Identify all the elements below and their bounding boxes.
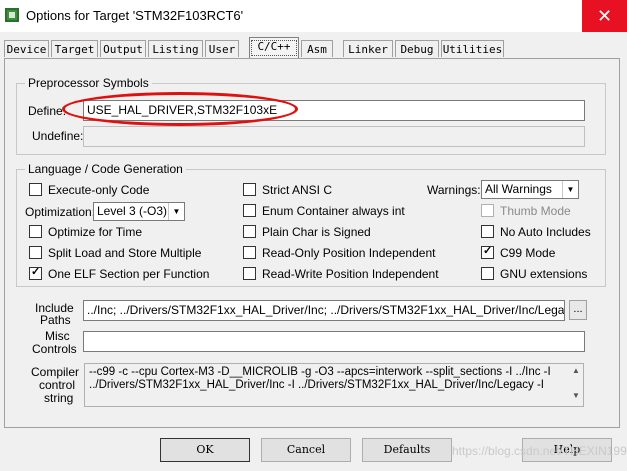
include-paths-input[interactable]: ../Inc; ../Drivers/STM32F1xx_HAL_Driver/… (83, 300, 565, 321)
thumb-mode-label: Thumb Mode (500, 204, 571, 218)
thumb-mode-checkbox: Thumb Mode (481, 204, 571, 218)
tab-user[interactable]: User (205, 40, 239, 57)
execute-only-label: Execute-only Code (48, 183, 150, 197)
define-input[interactable]: USE_HAL_DRIVER,STM32F103xE (83, 100, 585, 121)
ok-button[interactable]: OK (160, 438, 250, 462)
strict-ansi-label: Strict ANSI C (262, 183, 333, 197)
compiler-string-label-3: string (44, 391, 74, 405)
window-title: Options for Target 'STM32F103RCT6' (26, 8, 244, 23)
chevron-down-icon: ▼ (562, 181, 578, 198)
gnu-extensions-checkbox[interactable]: GNU extensions (481, 267, 587, 281)
strict-ansi-checkbox[interactable]: Strict ANSI C (243, 183, 332, 197)
tab-device[interactable]: Device (4, 40, 49, 57)
close-button[interactable]: ✕ (582, 0, 627, 32)
enum-container-checkbox[interactable]: Enum Container always int (243, 204, 405, 218)
tab-target[interactable]: Target (51, 40, 98, 57)
one-elf-label: One ELF Section per Function (48, 267, 210, 281)
tab-asm[interactable]: Asm (301, 40, 333, 57)
warnings-label: Warnings: (427, 183, 481, 197)
c99-mode-checkbox[interactable]: C99 Mode (481, 244, 556, 260)
compiler-string-line-2: ../Drivers/STM32F1xx_HAL_Driver/Inc -I .… (89, 379, 545, 391)
close-icon: ✕ (596, 6, 613, 26)
misc-controls-label-2: Controls (32, 342, 77, 356)
optimize-time-box (29, 225, 42, 238)
c99-mode-label: C99 Mode (500, 246, 556, 260)
compiler-string-label-2: control (39, 378, 76, 392)
tab-debug[interactable]: Debug (395, 40, 439, 57)
cancel-button[interactable]: Cancel (261, 438, 351, 462)
code-generation-group-title: Language / Code Generation (25, 162, 186, 176)
ro-pi-box (243, 246, 256, 259)
plain-char-checkbox[interactable]: Plain Char is Signed (243, 225, 371, 239)
optimization-select[interactable]: Level 3 (-O3) ▼ (93, 202, 185, 221)
rw-pi-checkbox[interactable]: Read-Write Position Independent (243, 267, 439, 281)
enum-container-label: Enum Container always int (262, 204, 405, 218)
one-elf-checkbox[interactable]: One ELF Section per Function (29, 265, 210, 281)
include-paths-browse-button[interactable]: ... (569, 300, 587, 320)
ro-pi-checkbox[interactable]: Read-Only Position Independent (243, 246, 435, 260)
c99-mode-box (481, 244, 494, 259)
warnings-select[interactable]: All Warnings ▼ (481, 180, 579, 199)
no-auto-includes-checkbox[interactable]: No Auto Includes (481, 225, 591, 239)
gnu-extensions-label: GNU extensions (500, 267, 588, 281)
ro-pi-label: Read-Only Position Independent (262, 246, 436, 260)
scroll-down-icon[interactable]: ▼ (569, 389, 583, 402)
tab-linker[interactable]: Linker (343, 40, 393, 57)
thumb-mode-box (481, 204, 494, 217)
preprocessor-group-title: Preprocessor Symbols (25, 76, 152, 90)
strict-ansi-box (243, 183, 256, 196)
tab-c-cpp[interactable]: C/C++ (249, 37, 299, 58)
warnings-value: All Warnings (485, 182, 552, 196)
optimization-label: Optimization: (25, 205, 96, 219)
optimization-value: Level 3 (-O3) (97, 204, 168, 218)
defaults-button[interactable]: Defaults (362, 438, 452, 462)
split-load-label: Split Load and Store Multiple (48, 246, 202, 260)
define-label: Define: (28, 104, 67, 118)
title-bar: Options for Target 'STM32F103RCT6' ✕ (0, 0, 627, 32)
keil-app-icon (5, 8, 19, 22)
no-auto-includes-box (481, 225, 494, 238)
compiler-control-string-box: --c99 -c --cpu Cortex-M3 -D__MICROLIB -g… (84, 363, 584, 407)
gnu-extensions-box (481, 267, 494, 280)
compiler-string-scrollbar[interactable]: ▲ ▼ (569, 364, 583, 406)
execute-only-checkbox[interactable]: Execute-only Code (29, 183, 149, 197)
watermark: https://blog.csdn.net/THEXIN1996 (452, 444, 627, 458)
tab-listing[interactable]: Listing (148, 40, 203, 57)
execute-only-box (29, 183, 42, 196)
optimize-time-checkbox[interactable]: Optimize for Time (29, 225, 142, 239)
optimize-time-label: Optimize for Time (48, 225, 143, 239)
tab-utilities[interactable]: Utilities (441, 40, 504, 57)
rw-pi-box (243, 267, 256, 280)
split-load-box (29, 246, 42, 259)
undefine-label: Undefine: (32, 129, 84, 143)
chevron-down-icon: ▼ (168, 203, 184, 220)
one-elf-box (29, 265, 42, 280)
scroll-up-icon[interactable]: ▲ (569, 364, 583, 377)
tab-output[interactable]: Output (100, 40, 146, 57)
undefine-input[interactable] (83, 126, 585, 147)
misc-controls-label-1: Misc (45, 329, 70, 343)
compiler-string-label-1: Compiler (31, 365, 80, 379)
enum-container-box (243, 204, 256, 217)
split-load-checkbox[interactable]: Split Load and Store Multiple (29, 246, 201, 260)
misc-controls-input[interactable] (83, 331, 585, 352)
rw-pi-label: Read-Write Position Independent (262, 267, 439, 281)
include-paths-label-2: Paths (40, 313, 71, 327)
plain-char-label: Plain Char is Signed (262, 225, 371, 239)
compiler-string-line-1: --c99 -c --cpu Cortex-M3 -D__MICROLIB -g… (89, 366, 551, 378)
plain-char-box (243, 225, 256, 238)
no-auto-includes-label: No Auto Includes (500, 225, 591, 239)
